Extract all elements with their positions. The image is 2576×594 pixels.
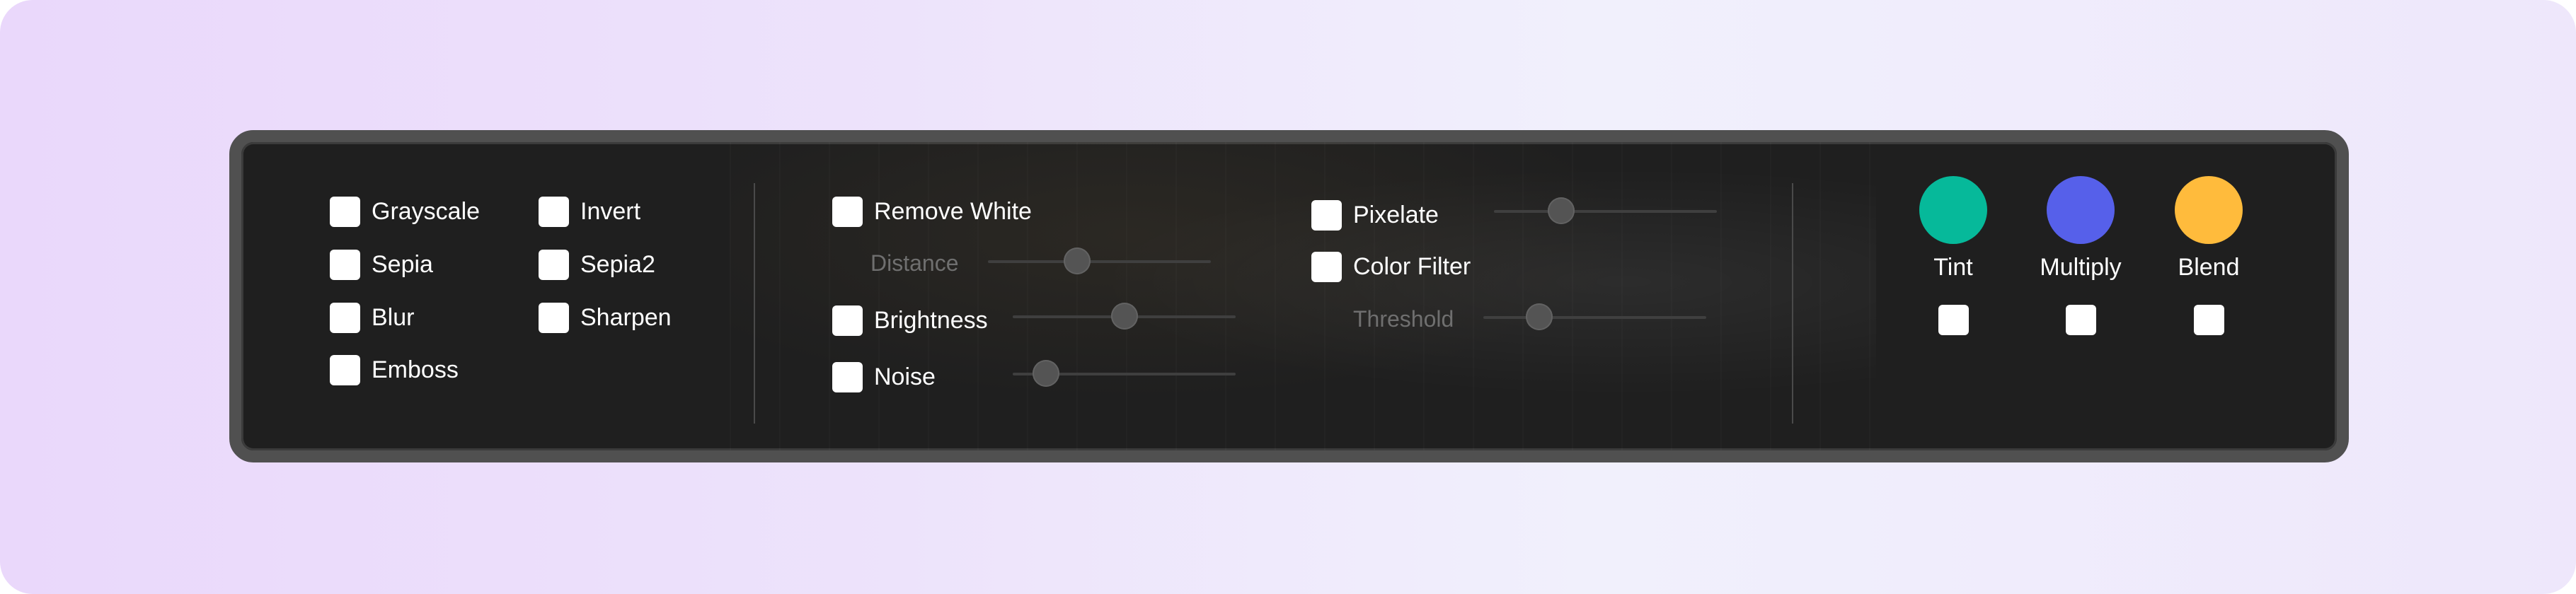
distance-slider-thumb[interactable] <box>1064 248 1091 274</box>
app-background: Grayscale Sepia Blur Emboss Invert Sepia… <box>0 0 2576 594</box>
emboss-label: Emboss <box>372 356 459 383</box>
pixelate-label: Pixelate <box>1353 202 1439 228</box>
color-filter-label: Color Filter <box>1353 253 1471 280</box>
noise-slider-thumb[interactable] <box>1033 360 1060 387</box>
sepia-checkbox[interactable] <box>330 250 360 280</box>
noise-label: Noise <box>874 363 936 390</box>
sepia2-label: Sepia2 <box>580 251 655 278</box>
threshold-slider-track <box>1483 316 1706 319</box>
noise-control[interactable]: Noise <box>832 362 936 392</box>
brightness-slider-thumb[interactable] <box>1110 303 1138 330</box>
sharpen-label: Sharpen <box>580 304 672 331</box>
invert-label: Invert <box>580 198 641 225</box>
sepia2-control[interactable]: Sepia2 <box>539 250 655 280</box>
pixelate-checkbox[interactable] <box>1311 200 1342 231</box>
brightness-control[interactable]: Brightness <box>832 305 988 336</box>
pixelate-slider-track <box>1494 210 1717 213</box>
panel-background-image <box>730 142 1876 450</box>
image-filter-panel: Grayscale Sepia Blur Emboss Invert Sepia… <box>229 130 2349 462</box>
tint-label: Tint <box>1933 254 1973 281</box>
blur-control[interactable]: Blur <box>330 303 414 333</box>
blend-label: Blend <box>2178 254 2240 281</box>
tint-color-swatch[interactable] <box>1919 176 1987 244</box>
brightness-label: Brightness <box>874 307 988 334</box>
remove-white-label: Remove White <box>874 198 1032 225</box>
threshold-slider-thumb[interactable] <box>1525 303 1553 330</box>
sharpen-control[interactable]: Sharpen <box>539 303 672 333</box>
multiply-checkbox[interactable] <box>2066 305 2096 335</box>
blur-label: Blur <box>372 304 415 331</box>
distance-slider[interactable] <box>988 248 1211 276</box>
noise-checkbox[interactable] <box>832 362 863 392</box>
divider-right <box>1792 183 1793 424</box>
blend-group: Blend <box>2156 176 2262 388</box>
tint-checkbox[interactable] <box>1938 305 1969 335</box>
remove-white-checkbox[interactable] <box>832 197 863 227</box>
distance-slider-track <box>988 260 1211 263</box>
pixelate-control[interactable]: Pixelate <box>1311 200 1439 231</box>
emboss-control[interactable]: Emboss <box>330 355 459 385</box>
blur-checkbox[interactable] <box>330 303 360 333</box>
threshold-label: Threshold <box>1353 306 1454 332</box>
invert-control[interactable]: Invert <box>539 197 640 227</box>
distance-label: Distance <box>870 250 959 276</box>
emboss-checkbox[interactable] <box>330 355 360 385</box>
invert-checkbox[interactable] <box>539 197 569 227</box>
color-filter-control[interactable]: Color Filter <box>1311 252 1471 282</box>
sharpen-checkbox[interactable] <box>539 303 569 333</box>
grayscale-checkbox[interactable] <box>330 197 360 227</box>
sepia2-checkbox[interactable] <box>539 250 569 280</box>
blend-checkbox[interactable] <box>2194 305 2224 335</box>
pixelate-slider-thumb[interactable] <box>1547 197 1575 224</box>
brightness-slider[interactable] <box>1013 303 1236 331</box>
threshold-slider[interactable] <box>1483 303 1706 332</box>
grayscale-control[interactable]: Grayscale <box>330 197 480 227</box>
sepia-control[interactable]: Sepia <box>330 250 433 280</box>
color-filter-checkbox[interactable] <box>1311 252 1342 282</box>
multiply-color-swatch[interactable] <box>2047 176 2115 244</box>
pixelate-slider[interactable] <box>1494 197 1717 226</box>
sepia-label: Sepia <box>372 251 433 278</box>
brightness-checkbox[interactable] <box>832 305 863 336</box>
blend-color-swatch[interactable] <box>2175 176 2243 244</box>
multiply-label: Multiply <box>2040 254 2122 281</box>
grayscale-label: Grayscale <box>372 198 481 225</box>
multiply-group: Multiply <box>2028 176 2134 388</box>
divider-left <box>754 183 755 424</box>
noise-slider[interactable] <box>1013 360 1236 388</box>
remove-white-control[interactable]: Remove White <box>832 197 1032 227</box>
tint-group: Tint <box>1900 176 2006 388</box>
